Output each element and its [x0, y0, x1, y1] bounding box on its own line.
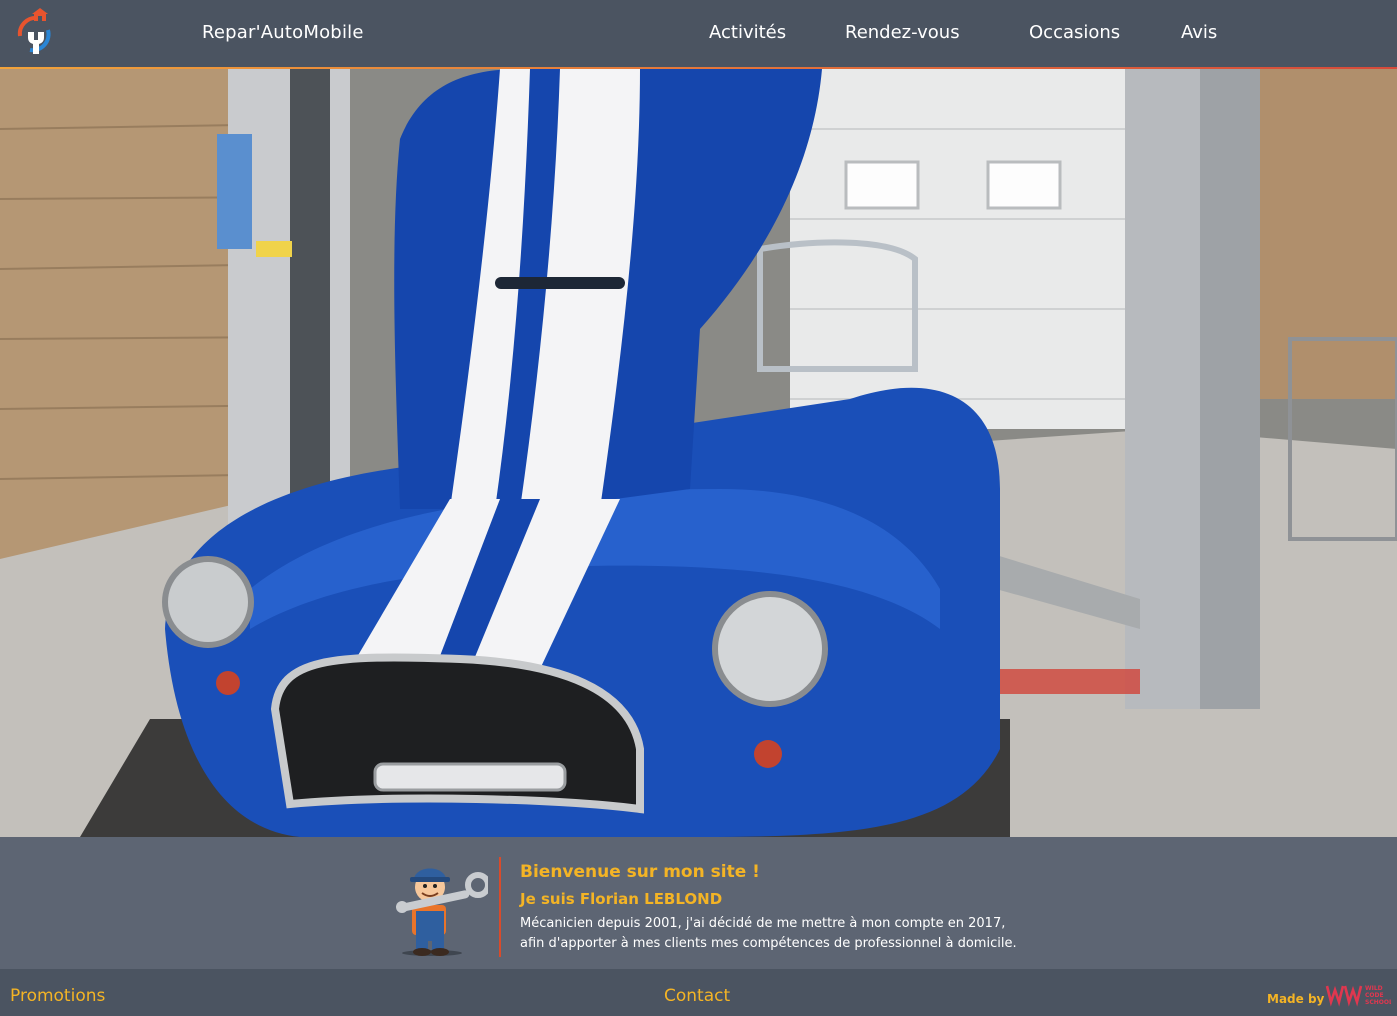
brand-name[interactable]: Repar'AutoMobile — [202, 22, 364, 43]
footer-promotions-link[interactable]: Promotions — [10, 986, 105, 1006]
intro-text-line-1: Mécanicien depuis 2001, j'ai décidé de m… — [520, 916, 1006, 931]
svg-text:CODE: CODE — [1365, 992, 1384, 999]
intro-title: Bienvenue sur mon site ! — [520, 862, 760, 882]
nav-activites[interactable]: Activités — [709, 22, 786, 43]
hero-photo — [0, 69, 1397, 837]
footer-contact-link[interactable]: Contact — [664, 986, 730, 1006]
nav-rendez-vous[interactable]: Rendez-vous — [845, 22, 960, 43]
intro-divider — [499, 857, 501, 957]
nav-avis[interactable]: Avis — [1181, 22, 1217, 43]
svg-text:WILD: WILD — [1365, 985, 1383, 992]
intro-subtitle: Je suis Florian LEBLOND — [520, 890, 723, 908]
wild-code-school-logo[interactable]: WILD CODE SCHOOL — [1325, 980, 1391, 1008]
wrench-house-logo-icon[interactable] — [12, 6, 56, 60]
nav-occasions[interactable]: Occasions — [1029, 22, 1120, 43]
mechanic-mascot-icon — [396, 868, 488, 956]
intro-text-line-2: afin d'apporter à mes clients mes compét… — [520, 936, 1017, 951]
svg-text:SCHOOL: SCHOOL — [1365, 999, 1391, 1006]
made-by-label: Made by — [1267, 992, 1325, 1006]
